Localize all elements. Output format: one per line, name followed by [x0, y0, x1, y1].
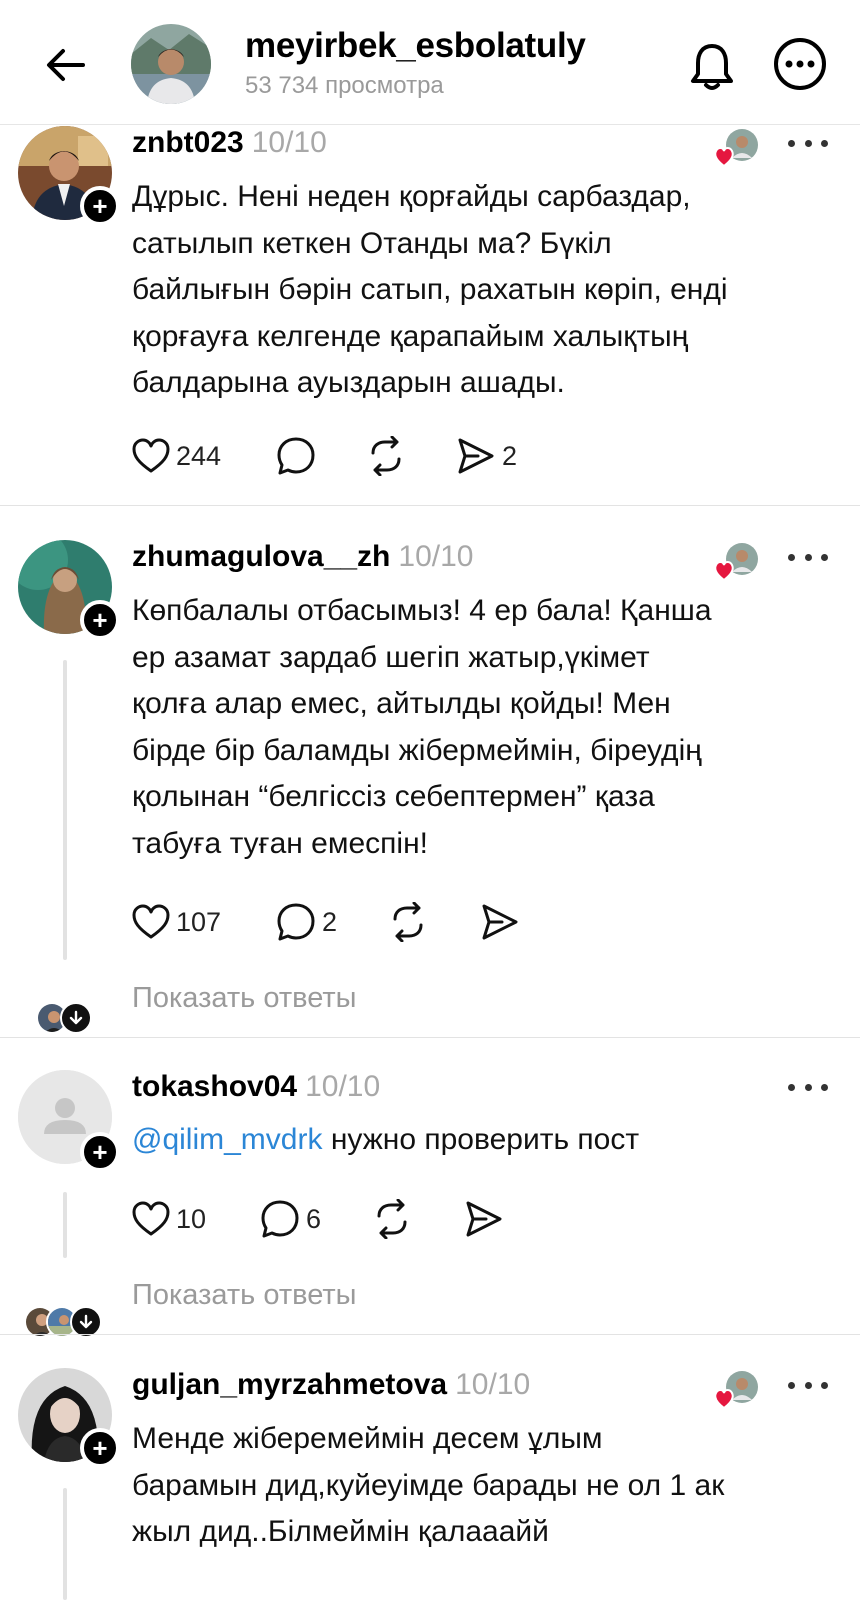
notifications-button[interactable]	[686, 40, 738, 92]
comment-date: 10/10	[455, 1368, 531, 1401]
comment-meta: guljan_myrzahmetova 10/10	[132, 1368, 530, 1402]
plus-icon: +	[92, 1433, 108, 1463]
text-line: жыл дид..Білмеймін қалааайй	[132, 1515, 549, 1548]
profile-username[interactable]: meyirbek_esbolatuly	[245, 26, 586, 66]
bell-icon	[691, 44, 733, 90]
heart-icon	[714, 1389, 734, 1410]
back-arrow-icon	[47, 49, 85, 81]
comment-username[interactable]: guljan_myrzahmetova	[132, 1368, 447, 1401]
follow-button[interactable]: +	[80, 1428, 120, 1468]
comment-card: + guljan_myrzahmetova 10/10 Менде жіберем…	[0, 0, 860, 1600]
top-bar: meyirbek_esbolatuly 53 734 просмотра	[0, 0, 860, 125]
comment-text: Менде жіберемеймін десем ұлым барамын ди…	[132, 1416, 822, 1556]
more-options-button[interactable]	[772, 36, 828, 92]
thread-line	[63, 1488, 67, 1600]
author-avatar[interactable]	[131, 24, 211, 104]
back-button[interactable]	[40, 40, 90, 90]
comment-more-button[interactable]	[788, 1370, 828, 1400]
view-count: 53 734 просмотра	[245, 72, 444, 99]
text-line: барамын дид,куйеуімде барады не ол 1 ак	[132, 1468, 725, 1502]
liked-by-author-indicator	[714, 1370, 760, 1410]
more-icon	[774, 38, 826, 90]
text-line: Менде жіберемеймін десем ұлым	[132, 1422, 603, 1455]
